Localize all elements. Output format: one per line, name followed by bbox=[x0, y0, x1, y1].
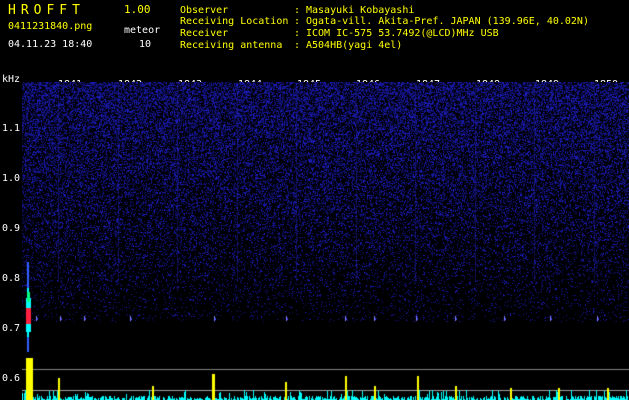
hrofft-window: HROFFT 1.00 0411231840.png 04.11.23 18:4… bbox=[0, 0, 629, 400]
y-tick: 1.0 bbox=[2, 173, 21, 184]
info-label-observer: Observer bbox=[180, 5, 229, 16]
filename: 0411231840.png bbox=[8, 21, 93, 32]
datetime: 04.11.23 18:40 bbox=[8, 39, 93, 50]
meteor-count: 10 bbox=[139, 39, 152, 50]
info-value-observer: Masayuki Kobayashi bbox=[306, 5, 415, 16]
info-label-receiver: Receiver bbox=[180, 28, 229, 39]
y-axis-unit: kHz bbox=[2, 74, 21, 85]
app-title: HROFFT bbox=[8, 3, 85, 18]
y-tick: 0.9 bbox=[2, 223, 21, 234]
y-tick: 1.1 bbox=[2, 123, 21, 134]
y-tick: 0.6 bbox=[2, 373, 21, 384]
info-label-location: Receiving Location bbox=[180, 16, 289, 27]
app-version: 1.00 bbox=[124, 3, 151, 16]
y-tick: 0.8 bbox=[2, 273, 21, 284]
info-value-receiver: ICOM IC-575 53.7492(@LCD)MHz USB bbox=[306, 28, 499, 39]
info-label-antenna: Receiving antenna bbox=[180, 40, 283, 51]
y-tick: 0.7 bbox=[2, 323, 21, 334]
info-separator: : bbox=[294, 28, 301, 39]
spectrogram bbox=[22, 82, 629, 400]
info-value-location: Ogata-vill. Akita-Pref. JAPAN (139.96E, … bbox=[306, 16, 589, 27]
info-separator: : bbox=[294, 5, 301, 16]
info-separator: : bbox=[294, 40, 301, 51]
info-value-antenna: A504HB(yagi 4el) bbox=[306, 40, 403, 51]
info-separator: : bbox=[294, 16, 301, 27]
meteor-label: meteor bbox=[124, 25, 161, 36]
